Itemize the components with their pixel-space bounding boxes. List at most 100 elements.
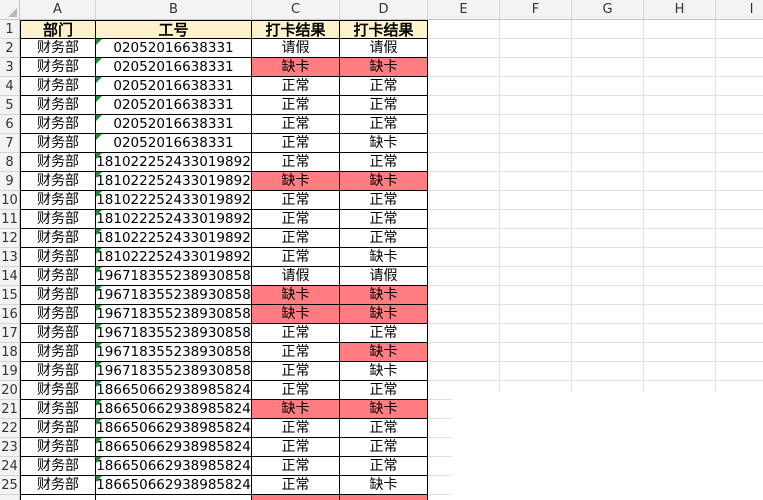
clock-result-cell[interactable]: 正常 (340, 457, 428, 476)
clock-result-cell[interactable]: 正常 (340, 438, 428, 457)
department-cell[interactable]: 财务部 (20, 438, 96, 457)
row-header[interactable]: 17 (0, 324, 20, 343)
clock-result-cell[interactable]: 正常 (252, 476, 340, 495)
empty-cell[interactable] (500, 20, 572, 39)
clock-result-cell[interactable]: 缺卡 (340, 476, 428, 495)
employee-id-cell[interactable]: 02052016638331 (96, 58, 252, 77)
partial-cell[interactable] (96, 495, 252, 500)
clock-result-cell[interactable]: 缺卡 (340, 286, 428, 305)
empty-cell[interactable] (500, 324, 572, 343)
employee-id-cell[interactable]: 196718355238930858 (96, 362, 252, 381)
empty-cell[interactable] (500, 362, 572, 381)
clock-result-cell[interactable]: 正常 (252, 134, 340, 153)
department-cell[interactable]: 财务部 (20, 362, 96, 381)
department-cell[interactable]: 财务部 (20, 191, 96, 210)
empty-cell[interactable] (716, 20, 763, 39)
clock-result-cell[interactable]: 正常 (340, 96, 428, 115)
department-cell[interactable]: 财务部 (20, 210, 96, 229)
empty-cell[interactable] (716, 362, 763, 381)
clock-result-cell[interactable]: 正常 (252, 229, 340, 248)
empty-cell[interactable] (500, 248, 572, 267)
empty-cell[interactable] (644, 343, 716, 362)
department-cell[interactable]: 财务部 (20, 134, 96, 153)
empty-cell[interactable] (572, 153, 644, 172)
empty-cell[interactable] (428, 229, 500, 248)
column-header-b[interactable]: B (96, 0, 252, 20)
clock-result-cell[interactable]: 缺卡 (340, 172, 428, 191)
employee-id-cell[interactable]: 02052016638331 (96, 115, 252, 134)
clock-result-cell[interactable]: 缺卡 (252, 305, 340, 324)
clock-result-cell[interactable]: 正常 (340, 381, 428, 400)
clock-result-cell[interactable]: 缺卡 (340, 248, 428, 267)
empty-cell[interactable] (428, 153, 500, 172)
column-title-cell[interactable]: 工号 (96, 20, 252, 39)
clock-result-cell[interactable]: 请假 (252, 39, 340, 58)
empty-cell[interactable] (572, 77, 644, 96)
employee-id-cell[interactable]: 186650662938985824 (96, 457, 252, 476)
empty-cell[interactable] (428, 58, 500, 77)
clock-result-cell[interactable]: 缺卡 (252, 400, 340, 419)
clock-result-cell[interactable]: 正常 (252, 343, 340, 362)
row-header[interactable]: 23 (0, 438, 20, 457)
empty-cell[interactable] (500, 343, 572, 362)
clock-result-cell[interactable]: 缺卡 (340, 305, 428, 324)
clock-result-cell[interactable]: 正常 (252, 210, 340, 229)
employee-id-cell[interactable]: 186650662938985824 (96, 438, 252, 457)
empty-cell[interactable] (428, 267, 500, 286)
empty-cell[interactable] (572, 362, 644, 381)
empty-cell[interactable] (644, 77, 716, 96)
empty-cell[interactable] (644, 115, 716, 134)
department-cell[interactable]: 财务部 (20, 457, 96, 476)
empty-cell[interactable] (572, 324, 644, 343)
clock-result-cell[interactable]: 正常 (252, 324, 340, 343)
empty-cell[interactable] (428, 343, 500, 362)
clock-result-cell[interactable]: 正常 (340, 210, 428, 229)
empty-cell[interactable] (500, 153, 572, 172)
empty-cell[interactable] (500, 286, 572, 305)
empty-cell[interactable] (500, 134, 572, 153)
empty-cell[interactable] (644, 286, 716, 305)
employee-id-cell[interactable]: 181022252433019892 (96, 153, 252, 172)
column-title-cell[interactable]: 打卡结果 (252, 20, 340, 39)
empty-cell[interactable] (716, 153, 763, 172)
clock-result-cell[interactable]: 缺卡 (340, 58, 428, 77)
employee-id-cell[interactable]: 196718355238930858 (96, 286, 252, 305)
column-header-g[interactable]: G (572, 0, 644, 20)
empty-cell[interactable] (572, 96, 644, 115)
employee-id-cell[interactable]: 186650662938985824 (96, 476, 252, 495)
empty-cell[interactable] (716, 305, 763, 324)
column-title-cell[interactable]: 部门 (20, 20, 96, 39)
empty-cell[interactable] (716, 229, 763, 248)
department-cell[interactable]: 财务部 (20, 39, 96, 58)
department-cell[interactable]: 财务部 (20, 286, 96, 305)
clock-result-cell[interactable]: 请假 (252, 267, 340, 286)
clock-result-cell[interactable]: 缺卡 (252, 172, 340, 191)
row-header[interactable]: 19 (0, 362, 20, 381)
clock-result-cell[interactable]: 正常 (252, 77, 340, 96)
clock-result-cell[interactable]: 正常 (252, 248, 340, 267)
empty-cell[interactable] (428, 96, 500, 115)
empty-cell[interactable] (644, 267, 716, 286)
empty-cell[interactable] (428, 362, 500, 381)
clock-result-cell[interactable]: 请假 (340, 39, 428, 58)
empty-cell[interactable] (716, 134, 763, 153)
row-header[interactable]: 2 (0, 39, 20, 58)
employee-id-cell[interactable]: 181022252433019892 (96, 210, 252, 229)
row-header[interactable]: 7 (0, 134, 20, 153)
empty-cell[interactable] (500, 77, 572, 96)
row-header[interactable]: 25 (0, 476, 20, 495)
empty-cell[interactable] (716, 267, 763, 286)
empty-cell[interactable] (500, 267, 572, 286)
column-header-i[interactable]: I (716, 0, 763, 20)
employee-id-cell[interactable]: 186650662938985824 (96, 400, 252, 419)
empty-cell[interactable] (428, 191, 500, 210)
clock-result-cell[interactable]: 正常 (252, 419, 340, 438)
empty-cell[interactable] (572, 39, 644, 58)
clock-result-cell[interactable]: 正常 (340, 419, 428, 438)
clock-result-cell[interactable]: 缺卡 (340, 362, 428, 381)
row-header[interactable]: 24 (0, 457, 20, 476)
empty-cell[interactable] (428, 324, 500, 343)
clock-result-cell[interactable]: 正常 (252, 381, 340, 400)
employee-id-cell[interactable]: 196718355238930858 (96, 343, 252, 362)
empty-cell[interactable] (716, 115, 763, 134)
